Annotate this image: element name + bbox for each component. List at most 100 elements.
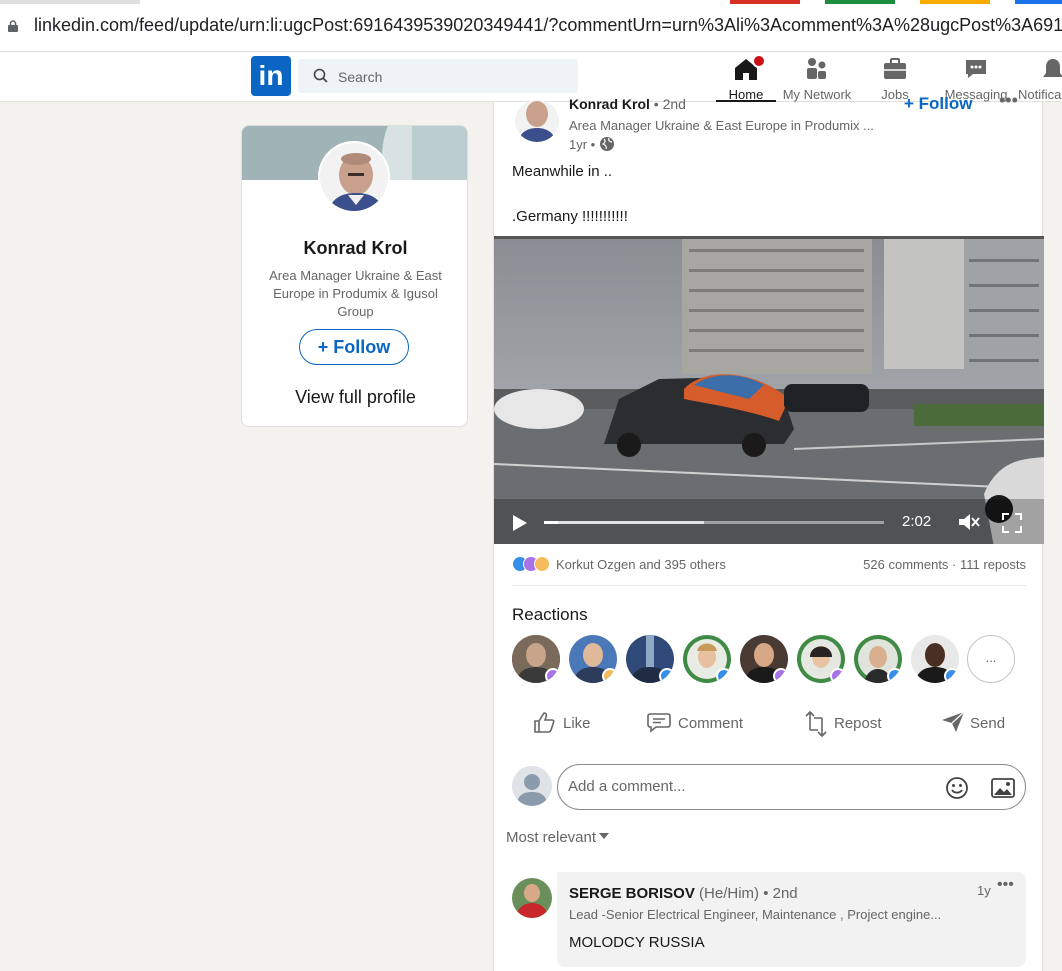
reaction-icons[interactable] bbox=[512, 556, 552, 574]
post-author-avatar[interactable] bbox=[515, 100, 559, 142]
like-reaction-badge bbox=[659, 668, 674, 683]
nav-my-network[interactable]: My Network bbox=[779, 54, 855, 102]
view-full-profile-link[interactable]: View full profile bbox=[242, 387, 467, 408]
post-follow-button[interactable]: + Follow bbox=[904, 94, 972, 114]
post-time-text: 1yr • bbox=[569, 137, 596, 152]
post-author-degree: • 2nd bbox=[653, 96, 686, 112]
video-buffered bbox=[544, 521, 704, 524]
reactions-summary[interactable]: Korkut Ozgen and 395 others bbox=[556, 557, 726, 572]
mute-icon[interactable] bbox=[957, 511, 981, 533]
nav-home-label: Home bbox=[728, 87, 764, 102]
reactor-avatar[interactable] bbox=[512, 635, 560, 683]
like-icon bbox=[534, 712, 555, 733]
commenter-name[interactable]: SERGE BORISOV (He/Him) • 2nd bbox=[569, 885, 798, 902]
commenter-avatar[interactable] bbox=[512, 878, 552, 918]
follow-button[interactable]: + Follow bbox=[299, 329, 409, 365]
profile-headline: Area Manager Ukraine & East Europe in Pr… bbox=[269, 268, 442, 319]
comment-time: 1y bbox=[977, 883, 991, 898]
send-button[interactable]: Send bbox=[940, 707, 1010, 743]
bell-icon bbox=[1043, 59, 1062, 77]
post-text-line2: .Germany !!!!!!!!!!! bbox=[512, 208, 628, 225]
post-card: Konrad Krol • 2nd Area Manager Ukraine &… bbox=[493, 90, 1044, 971]
url-text[interactable]: linkedin.com/feed/update/urn:li:ugcPost:… bbox=[34, 15, 1062, 36]
post-video[interactable]: 2:02 bbox=[494, 236, 1044, 544]
video-controls: 2:02 bbox=[494, 504, 1044, 544]
send-icon bbox=[942, 711, 965, 732]
top-navigation: in Search Home My Network Jobs Messaging… bbox=[0, 52, 1062, 102]
emoji-icon[interactable] bbox=[945, 776, 969, 800]
like-button[interactable]: Like bbox=[532, 707, 602, 743]
like-reaction-badge bbox=[716, 668, 731, 683]
search-input[interactable]: Search bbox=[298, 59, 578, 93]
notification-badge bbox=[752, 54, 766, 68]
like-label: Like bbox=[563, 715, 591, 732]
insightful-reaction-badge bbox=[545, 668, 560, 683]
reactor-avatar[interactable] bbox=[797, 635, 845, 683]
sort-comments-dropdown[interactable]: Most relevant bbox=[506, 829, 610, 846]
post-author-name[interactable]: Konrad Krol • 2nd bbox=[569, 96, 686, 112]
like-reaction-badge bbox=[887, 668, 902, 683]
comment-text: MOLODCY RUSSIA bbox=[569, 934, 705, 951]
reactor-avatar[interactable] bbox=[626, 635, 674, 683]
message-icon bbox=[966, 60, 986, 78]
globe-icon bbox=[599, 137, 614, 151]
like-reaction-badge bbox=[944, 668, 959, 683]
commenter-pronouns-degree: (He/Him) • 2nd bbox=[699, 885, 798, 902]
reactors-list: ... bbox=[512, 635, 1022, 687]
search-icon bbox=[313, 68, 328, 83]
briefcase-icon bbox=[884, 58, 906, 79]
comment-more-button[interactable]: ••• bbox=[997, 876, 1014, 894]
post-timestamp: 1yr • bbox=[569, 136, 615, 152]
video-frame bbox=[494, 239, 1044, 544]
post-author-photo bbox=[515, 100, 559, 142]
commenter-name-text: SERGE BORISOV bbox=[569, 885, 695, 902]
comment-label: Comment bbox=[678, 715, 744, 732]
comment-button[interactable]: Comment bbox=[646, 707, 756, 743]
video-progress bbox=[544, 521, 558, 524]
play-icon[interactable] bbox=[512, 514, 528, 532]
reactor-avatar[interactable] bbox=[740, 635, 788, 683]
repost-button[interactable]: Repost bbox=[804, 707, 894, 743]
image-icon[interactable] bbox=[991, 777, 1015, 799]
nav-notifications[interactable]: Notifica bbox=[1018, 54, 1062, 102]
comments-reposts-count[interactable]: 526 comments · 111 reposts bbox=[863, 557, 1026, 572]
video-progress-bar[interactable] bbox=[544, 521, 884, 524]
social-counts-bar: Korkut Ozgen and 395 others 526 comments… bbox=[512, 556, 1026, 586]
reactor-avatar[interactable] bbox=[683, 635, 731, 683]
send-label: Send bbox=[970, 715, 1006, 732]
linkedin-logo[interactable]: in bbox=[251, 56, 291, 96]
reactor-avatar[interactable] bbox=[911, 635, 959, 683]
nav-home[interactable]: Home bbox=[716, 54, 776, 102]
comment-placeholder: Add a comment... bbox=[568, 778, 686, 795]
caret-down-icon bbox=[599, 833, 610, 839]
fullscreen-icon[interactable] bbox=[1002, 513, 1022, 533]
repost-icon bbox=[805, 710, 827, 738]
post-more-button[interactable]: ••• bbox=[999, 90, 1018, 111]
comment-bubble: SERGE BORISOV (He/Him) • 2nd Lead -Senio… bbox=[557, 872, 1026, 967]
profile-photo bbox=[320, 143, 388, 211]
repost-label: Repost bbox=[834, 715, 882, 732]
lock-icon bbox=[8, 20, 18, 32]
more-reactors-button[interactable]: ... bbox=[967, 635, 1015, 683]
post-actions-bar: Like Comment Repost Send bbox=[494, 703, 1044, 747]
support-reaction-icon bbox=[534, 556, 550, 572]
support-reaction-badge bbox=[602, 668, 617, 683]
reactor-avatar[interactable] bbox=[569, 635, 617, 683]
comment-composer: Add a comment... bbox=[512, 764, 1028, 812]
browser-address-bar: linkedin.com/feed/update/urn:li:ugcPost:… bbox=[0, 0, 1062, 52]
comment-input[interactable]: Add a comment... bbox=[557, 764, 1026, 810]
reactor-avatar[interactable] bbox=[854, 635, 902, 683]
my-avatar bbox=[512, 766, 552, 806]
insightful-reaction-badge bbox=[830, 668, 845, 683]
profile-card: Konrad Krol Area Manager Ukraine & East … bbox=[241, 125, 468, 427]
post-author-headline: Area Manager Ukraine & East Europe in Pr… bbox=[569, 118, 874, 133]
profile-name[interactable]: Konrad Krol bbox=[242, 238, 467, 259]
comment-item: SERGE BORISOV (He/Him) • 2nd Lead -Senio… bbox=[512, 872, 1026, 971]
network-icon bbox=[807, 58, 826, 79]
search-placeholder: Search bbox=[338, 69, 383, 85]
profile-avatar[interactable] bbox=[318, 141, 390, 213]
browser-tab-strip bbox=[0, 0, 1062, 4]
sort-label: Most relevant bbox=[506, 829, 597, 846]
video-duration: 2:02 bbox=[902, 513, 932, 530]
nav-notifications-label: Notifica bbox=[1018, 87, 1062, 102]
